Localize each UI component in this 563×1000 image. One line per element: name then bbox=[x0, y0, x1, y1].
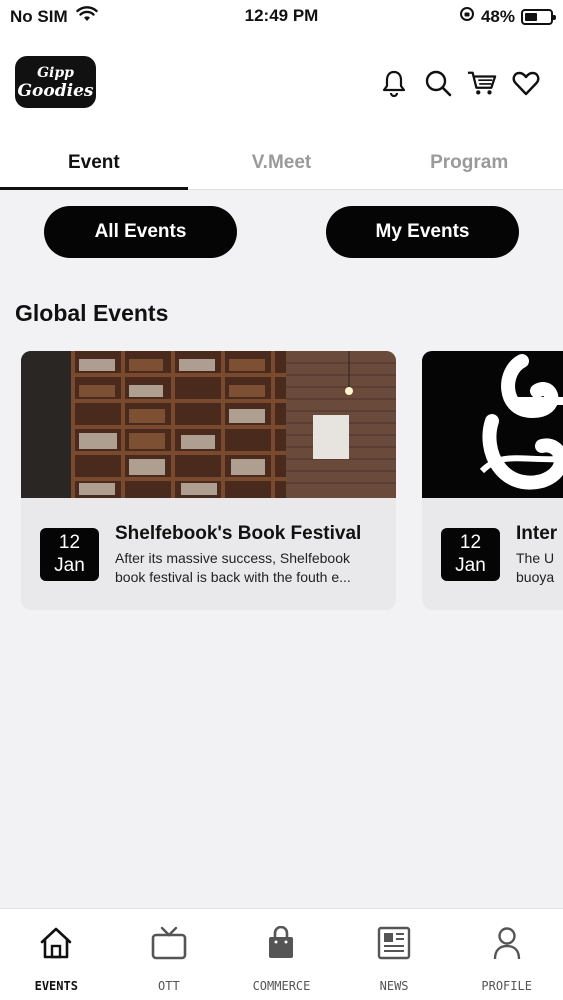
top-tabs: Event V.Meet Program bbox=[0, 134, 563, 190]
battery-percent: 48% bbox=[480, 6, 515, 26]
home-icon bbox=[36, 923, 76, 963]
nav-commerce[interactable]: COMMERCE bbox=[225, 909, 338, 1000]
logo-text-line1: Gipp bbox=[37, 65, 74, 81]
event-month: Jan bbox=[54, 555, 85, 576]
event-card[interactable]: 12 Jan Inter The U buoya bbox=[422, 351, 563, 610]
event-description: The U buoya bbox=[516, 549, 563, 587]
search-icon[interactable] bbox=[423, 68, 453, 98]
heart-icon[interactable] bbox=[511, 68, 541, 98]
nav-label: PROFILE bbox=[481, 979, 532, 993]
newspaper-icon bbox=[374, 923, 414, 963]
nav-label: EVENTS bbox=[34, 979, 78, 993]
event-day: 12 bbox=[58, 532, 81, 553]
nav-profile[interactable]: PROFILE bbox=[450, 909, 563, 1000]
nav-label: NEWS bbox=[379, 979, 409, 993]
event-description-line2: book festival is back with the fouth e..… bbox=[115, 569, 351, 585]
event-description-line1: After its massive success, Shelfebook bbox=[115, 550, 350, 566]
nav-label: OTT bbox=[158, 979, 180, 993]
event-month: Jan bbox=[455, 555, 486, 576]
event-date-badge: 12 Jan bbox=[441, 528, 500, 581]
brand-logo[interactable]: Gipp Goodies bbox=[15, 56, 96, 108]
section-title: Global Events bbox=[15, 300, 169, 326]
status-bar: No SIM 12:49 PM 48% bbox=[0, 0, 563, 34]
tab-event[interactable]: Event bbox=[0, 134, 188, 190]
bottom-nav: EVENTS OTT COMMERCE NEWS PROFILE bbox=[0, 908, 563, 1000]
event-day: 12 bbox=[459, 532, 482, 553]
event-description-line1: The U bbox=[516, 550, 555, 566]
event-card[interactable]: 12 Jan Shelfebook's Book Festival After … bbox=[21, 351, 396, 610]
nav-label: COMMERCE bbox=[252, 979, 311, 993]
battery-icon bbox=[521, 8, 556, 25]
all-events-button[interactable]: All Events bbox=[44, 206, 237, 258]
event-title: Shelfebook's Book Festival bbox=[115, 523, 362, 544]
event-image-logo bbox=[422, 351, 563, 498]
logo-text-line2: Goodies bbox=[17, 81, 94, 101]
nav-news[interactable]: NEWS bbox=[338, 909, 451, 1000]
event-image-bookshelf bbox=[21, 351, 396, 498]
cart-icon[interactable] bbox=[467, 68, 497, 98]
nav-events[interactable]: EVENTS bbox=[0, 909, 113, 1000]
tv-icon bbox=[149, 923, 189, 963]
event-title: Inter bbox=[516, 523, 558, 544]
tab-program[interactable]: Program bbox=[375, 134, 563, 189]
nav-ott[interactable]: OTT bbox=[113, 909, 226, 1000]
event-date-badge: 12 Jan bbox=[40, 528, 99, 581]
bell-icon[interactable] bbox=[379, 68, 409, 98]
user-icon bbox=[487, 923, 527, 963]
shopping-bag-icon bbox=[261, 923, 301, 963]
event-description-line2: buoya bbox=[516, 569, 555, 585]
my-events-button[interactable]: My Events bbox=[326, 206, 519, 258]
event-description: After its massive success, Shelfebook bo… bbox=[115, 549, 387, 587]
rotation-lock-icon bbox=[459, 6, 475, 27]
tab-vmeet[interactable]: V.Meet bbox=[188, 134, 376, 189]
app-header: Gipp Goodies bbox=[0, 34, 563, 134]
